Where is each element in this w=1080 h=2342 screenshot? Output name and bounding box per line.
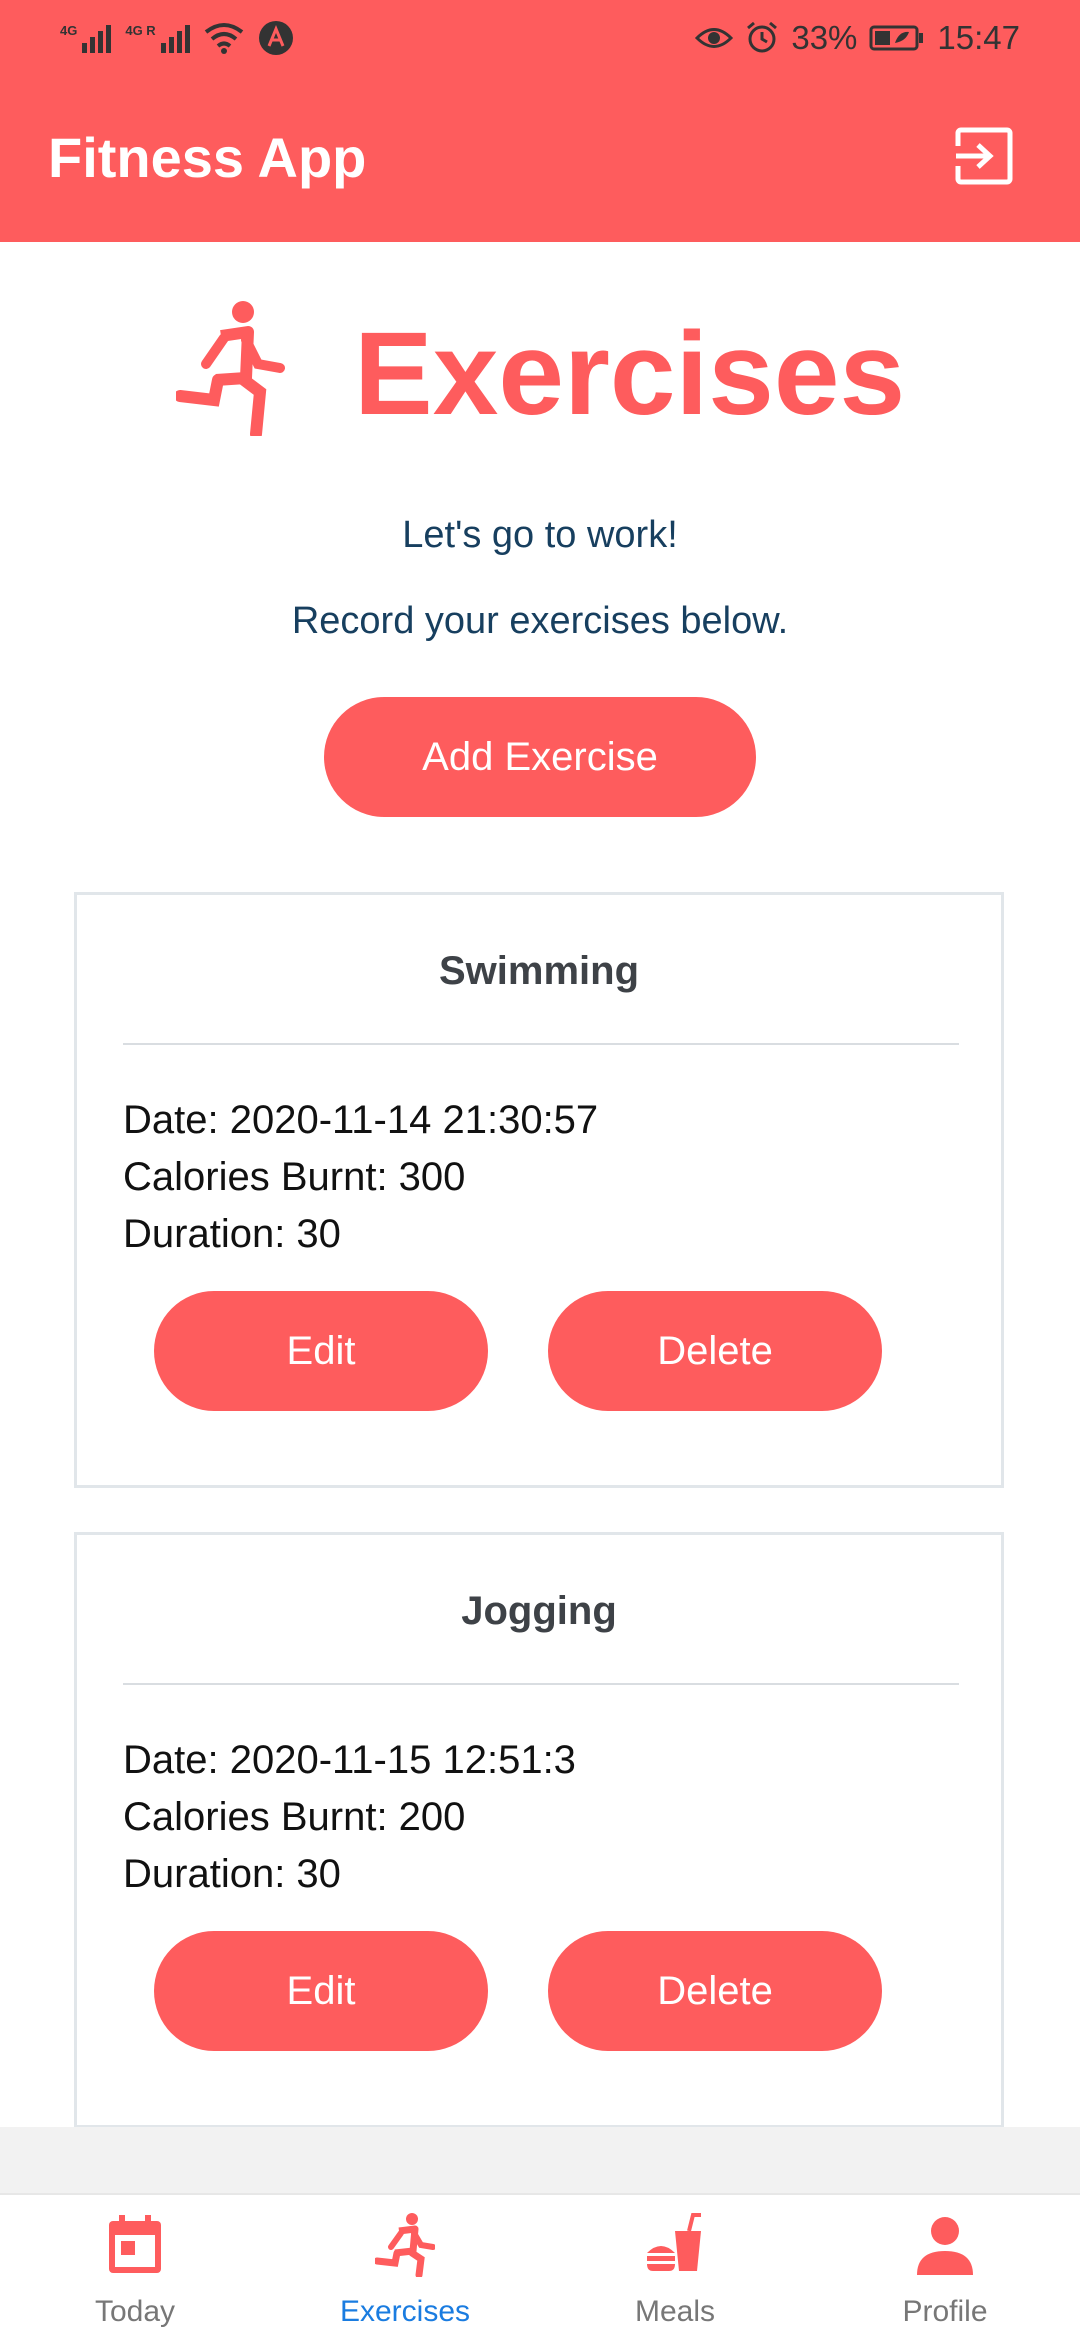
divider: [123, 1683, 959, 1685]
divider: [123, 1043, 959, 1045]
exercise-duration: Duration: 30: [123, 1212, 341, 1256]
logout-icon[interactable]: [954, 126, 1014, 186]
running-person-icon: [176, 301, 285, 436]
page-title: Exercises: [354, 308, 906, 440]
exercise-date: Date: 2020-11-15 12:51:3: [123, 1738, 576, 1782]
wifi-icon: [204, 23, 243, 54]
nav-label-today: Today: [94, 2295, 176, 2328]
nav-item-profile[interactable]: Profile: [810, 2195, 1080, 2342]
exercise-date: Date: 2020-11-14 21:30:57: [123, 1098, 599, 1142]
status-bar-left: 4G 4G R: [60, 18, 294, 58]
fastfood-icon: [647, 2213, 701, 2271]
delete-button[interactable]: Delete: [548, 1931, 882, 2051]
exercise-card: Jogging Date: 2020-11-15 12:51:3 Calorie…: [74, 1532, 1004, 2128]
running-person-icon: [375, 2213, 435, 2277]
signal-icon-1: 4G: [60, 23, 112, 53]
clock-time: 15:47: [937, 19, 1020, 56]
nav-label-profile: Profile: [902, 2295, 988, 2328]
scroll-background: [0, 2127, 1080, 2193]
nav-item-today[interactable]: Today: [0, 2195, 270, 2342]
status-bar-right: 33% 15:47: [695, 18, 1020, 58]
add-exercise-button[interactable]: Add Exercise: [324, 697, 756, 817]
battery-percent: 33%: [791, 19, 858, 56]
alarm-icon: [747, 21, 778, 53]
nav-item-exercises[interactable]: Exercises: [270, 2195, 540, 2342]
app-title: Fitness App: [48, 126, 367, 189]
edit-button[interactable]: Edit: [154, 1291, 488, 1411]
app-bar: 4G 4G R 33% 15:47 Fitness App: [0, 0, 1080, 242]
signal-icon-2: 4G R: [125, 23, 190, 53]
eye-icon: [695, 28, 734, 48]
nav-label-exercises: Exercises: [339, 2295, 471, 2328]
exercise-calories: Calories Burnt: 300: [123, 1155, 466, 1199]
nav-label-meals: Meals: [634, 2295, 716, 2328]
instruction-text: Record your exercises below.: [291, 600, 789, 642]
app-notification-icon: [258, 21, 293, 55]
exercise-name: Jogging: [461, 1589, 617, 1633]
person-icon: [917, 2217, 973, 2275]
bottom-nav: Today Exercises Meals Profile: [0, 2193, 1080, 2342]
delete-button[interactable]: Delete: [548, 1291, 882, 1411]
motivation-text: Let's go to work!: [402, 514, 678, 556]
exercise-card: Swimming Date: 2020-11-14 21:30:57 Calor…: [74, 892, 1004, 1488]
exercise-calories: Calories Burnt: 200: [123, 1795, 466, 1839]
exercise-duration: Duration: 30: [123, 1852, 341, 1896]
edit-button[interactable]: Edit: [154, 1931, 488, 2051]
calendar-icon: [109, 2215, 161, 2273]
nav-item-meals[interactable]: Meals: [540, 2195, 810, 2342]
exercise-name: Swimming: [438, 949, 640, 993]
battery-icon: [869, 25, 924, 51]
